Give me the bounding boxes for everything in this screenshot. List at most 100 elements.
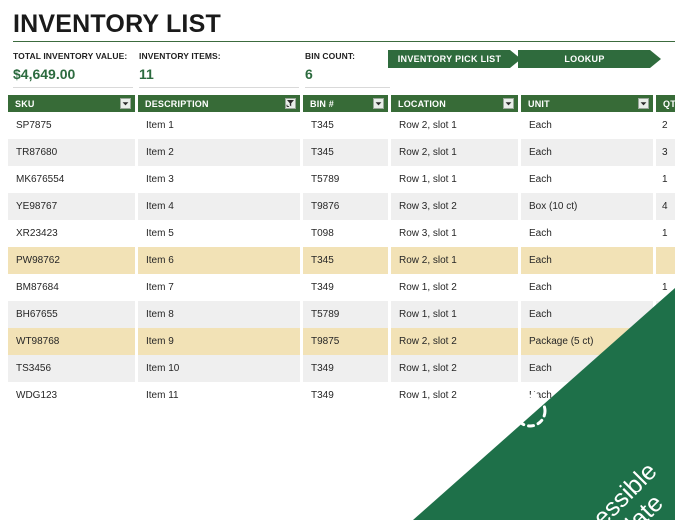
filter-dropdown-icon[interactable] [503,98,514,109]
table-row[interactable]: XR23423 Item 5 T098 Row 3, slot 1 Each 1 [0,220,675,247]
table-row[interactable]: TR87680 Item 2 T345 Row 2, slot 1 Each 3 [0,139,675,166]
column-header-qty[interactable]: QTY [656,95,675,112]
cell-qty[interactable]: 3 [656,139,675,166]
cell-sku[interactable]: XR23423 [8,220,135,247]
cell-location[interactable]: Row 2, slot 1 [391,247,518,274]
cell-location[interactable]: Row 2, slot 2 [391,328,518,355]
column-header-bin[interactable]: BIN # [303,95,388,112]
cell-description[interactable]: Item 10 [138,355,300,382]
cell-unit[interactable]: Each [521,166,653,193]
table-row[interactable]: BM87684 Item 7 T349 Row 1, slot 2 Each 1 [0,274,675,301]
cell-unit[interactable]: Each [521,355,653,382]
table-row[interactable]: BH67655 Item 8 T5789 Row 1, slot 1 Each [0,301,675,328]
summary-value: $4,649.00 [13,65,76,82]
cell-description[interactable]: Item 8 [138,301,300,328]
cell-location[interactable]: Row 3, slot 2 [391,193,518,220]
cell-location[interactable]: Row 1, slot 1 [391,301,518,328]
table-row[interactable]: SP7875 Item 1 T345 Row 2, slot 1 Each 2 [0,112,675,139]
cell-bin[interactable]: T098 [303,220,388,247]
cell-sku[interactable]: WT98768 [8,328,135,355]
table-row[interactable]: PW98762 Item 6 T345 Row 2, slot 1 Each [0,247,675,274]
cell-qty[interactable] [656,247,675,274]
cell-unit[interactable]: Each [521,301,653,328]
table-row[interactable]: WT98768 Item 9 T9875 Row 2, slot 2 Package (… [0,328,675,355]
cell-description[interactable]: Item 7 [138,274,300,301]
cell-description[interactable]: Item 9 [138,328,300,355]
cell-description[interactable]: Item 2 [138,139,300,166]
cell-unit[interactable]: Each [521,220,653,247]
cell-unit[interactable]: Package (5 ct) [521,328,653,355]
cell-description[interactable]: Item 6 [138,247,300,274]
cell-bin[interactable]: T345 [303,139,388,166]
cell-sku[interactable]: YE98767 [8,193,135,220]
cell-unit[interactable]: Each [521,247,653,274]
cell-location[interactable]: Row 2, slot 1 [391,112,518,139]
summary-divider [139,87,299,88]
column-header-sku[interactable]: SKU [8,95,135,112]
cell-location[interactable]: Row 1, slot 2 [391,355,518,382]
cell-location[interactable]: Row 1, slot 1 [391,166,518,193]
cell-qty[interactable]: 4 [656,193,675,220]
lookup-button[interactable]: LOOKUP [518,50,661,68]
cell-unit[interactable]: Each [521,139,653,166]
summary-label: BIN COUNT: [305,51,356,61]
cell-bin[interactable]: T345 [303,247,388,274]
cell-location[interactable]: Row 3, slot 1 [391,220,518,247]
cell-bin[interactable]: T349 [303,382,388,409]
cell-sku[interactable]: PW98762 [8,247,135,274]
cell-unit[interactable]: Each [521,274,653,301]
cell-qty[interactable]: 1 [656,166,675,193]
cell-description[interactable]: Item 11 [138,382,300,409]
column-header-label: BIN # [310,98,335,109]
table-row[interactable]: YE98767 Item 4 T9876 Row 3, slot 2 Box (10 c… [0,193,675,220]
cell-qty[interactable] [656,301,675,328]
summary-divider [305,87,390,88]
cell-location[interactable]: Row 2, slot 1 [391,139,518,166]
cell-qty[interactable]: 1 [656,220,675,247]
column-header-unit[interactable]: UNIT [521,95,653,112]
cell-sku[interactable]: WDG123 [8,382,135,409]
cell-location[interactable]: Row 1, slot 2 [391,274,518,301]
cell-bin[interactable]: T5789 [303,301,388,328]
cell-description[interactable]: Item 4 [138,193,300,220]
cell-bin[interactable]: T349 [303,274,388,301]
cell-description[interactable]: Item 5 [138,220,300,247]
table-row[interactable]: MK676554 Item 3 T5789 Row 1, slot 1 Each 1 [0,166,675,193]
inventory-pick-list-button[interactable]: INVENTORY PICK LIST [388,50,521,68]
cell-sku[interactable]: TS3456 [8,355,135,382]
cell-bin[interactable]: T9875 [303,328,388,355]
column-header-location[interactable]: LOCATION [391,95,518,112]
cell-qty[interactable] [656,355,675,382]
cell-qty[interactable]: 2 [656,112,675,139]
cell-sku[interactable]: SP7875 [8,112,135,139]
cell-sku[interactable]: TR87680 [8,139,135,166]
summary-cell: INVENTORY ITEMS: 11 [139,52,221,81]
filter-dropdown-icon[interactable] [638,98,649,109]
summary-cell: TOTAL INVENTORY VALUE: $4,649.00 [13,52,127,81]
filter-dropdown-icon[interactable] [120,98,131,109]
cell-description[interactable]: Item 1 [138,112,300,139]
cell-unit[interactable]: Box (10 ct) [521,193,653,220]
cell-bin[interactable]: T345 [303,112,388,139]
filter-applied-icon[interactable] [285,98,296,109]
column-header-description[interactable]: DESCRIPTION [138,95,300,112]
cell-sku[interactable]: BM87684 [8,274,135,301]
cell-sku[interactable]: MK676554 [8,166,135,193]
cell-description[interactable]: Item 3 [138,166,300,193]
cell-bin[interactable]: T5789 [303,166,388,193]
inventory-list-page: INVENTORY LIST TOTAL INVENTORY VALUE: $4,… [0,0,675,520]
filter-dropdown-icon[interactable] [373,98,384,109]
cell-bin[interactable]: T349 [303,355,388,382]
cell-qty[interactable] [656,328,675,355]
cell-unit[interactable]: Each [521,112,653,139]
cell-location[interactable]: Row 1, slot 2 [391,382,518,409]
summary-value: 6 [305,65,313,82]
table-row[interactable]: TS3456 Item 10 T349 Row 1, slot 2 Each [0,355,675,382]
cell-qty[interactable] [656,382,675,409]
cell-qty[interactable]: 1 [656,274,675,301]
cell-sku[interactable]: BH67655 [8,301,135,328]
summary-label: INVENTORY ITEMS: [139,51,221,61]
refresh-circle-icon [507,386,553,432]
cell-bin[interactable]: T9876 [303,193,388,220]
table-row[interactable]: WDG123 Item 11 T349 Row 1, slot 2 Each [0,382,675,409]
